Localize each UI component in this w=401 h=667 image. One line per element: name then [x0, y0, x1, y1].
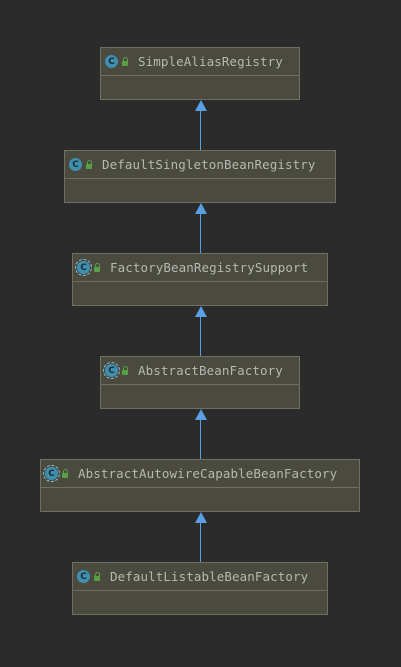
- class-name: DefaultListableBeanFactory: [110, 569, 309, 584]
- inheritance-edge: [200, 420, 201, 459]
- class-node-header: C FactoryBeanRegistrySupport: [73, 254, 327, 282]
- lock-icon: [122, 57, 128, 66]
- inheritance-arrow-head-icon: [195, 306, 207, 317]
- class-hierarchy-diagram: C SimpleAliasRegistry C DefaultSingleton…: [0, 0, 401, 667]
- lock-icon: [62, 469, 68, 478]
- inheritance-edge: [200, 214, 201, 253]
- lock-icon: [94, 572, 100, 581]
- abstract-class-icon: C: [75, 259, 92, 276]
- class-members-section: [73, 591, 327, 615]
- class-node-header: C DefaultSingletonBeanRegistry: [65, 151, 335, 179]
- class-node-header: C SimpleAliasRegistry: [101, 48, 299, 76]
- class-members-section: [101, 76, 299, 100]
- class-name: AbstractBeanFactory: [138, 363, 283, 378]
- inheritance-arrow-head-icon: [195, 409, 207, 420]
- abstract-class-icon: C: [43, 465, 60, 482]
- lock-icon: [86, 160, 92, 169]
- class-icon: C: [77, 570, 90, 583]
- lock-icon: [122, 366, 128, 375]
- class-members-section: [73, 282, 327, 306]
- inheritance-arrow-head-icon: [195, 512, 207, 523]
- class-members-section: [101, 385, 299, 409]
- class-members-section: [65, 179, 335, 203]
- class-node-header: C DefaultListableBeanFactory: [73, 563, 327, 591]
- class-node-factory-bean-registry-support[interactable]: C FactoryBeanRegistrySupport: [72, 253, 328, 306]
- class-name: FactoryBeanRegistrySupport: [110, 260, 309, 275]
- inheritance-edge: [200, 111, 201, 150]
- class-name: SimpleAliasRegistry: [138, 54, 283, 69]
- inheritance-arrow-head-icon: [195, 100, 207, 111]
- lock-icon: [94, 263, 100, 272]
- inheritance-edge: [200, 523, 201, 562]
- class-icon: C: [105, 55, 118, 68]
- class-icon: C: [69, 158, 82, 171]
- inheritance-arrow-head-icon: [195, 203, 207, 214]
- class-node-header: C AbstractBeanFactory: [101, 357, 299, 385]
- class-name: DefaultSingletonBeanRegistry: [102, 157, 316, 172]
- class-name: AbstractAutowireCapableBeanFactory: [78, 466, 338, 481]
- class-node-default-listable-bean-factory[interactable]: C DefaultListableBeanFactory: [72, 562, 328, 615]
- inheritance-edge: [200, 317, 201, 356]
- class-node-simple-alias-registry[interactable]: C SimpleAliasRegistry: [100, 47, 300, 100]
- abstract-class-icon: C: [103, 362, 120, 379]
- class-node-header: C AbstractAutowireCapableBeanFactory: [41, 460, 359, 488]
- class-members-section: [41, 488, 359, 512]
- class-node-abstract-bean-factory[interactable]: C AbstractBeanFactory: [100, 356, 300, 409]
- class-node-default-singleton-bean-registry[interactable]: C DefaultSingletonBeanRegistry: [64, 150, 336, 203]
- class-node-abstract-autowire-capable-bean-factory[interactable]: C AbstractAutowireCapableBeanFactory: [40, 459, 360, 512]
